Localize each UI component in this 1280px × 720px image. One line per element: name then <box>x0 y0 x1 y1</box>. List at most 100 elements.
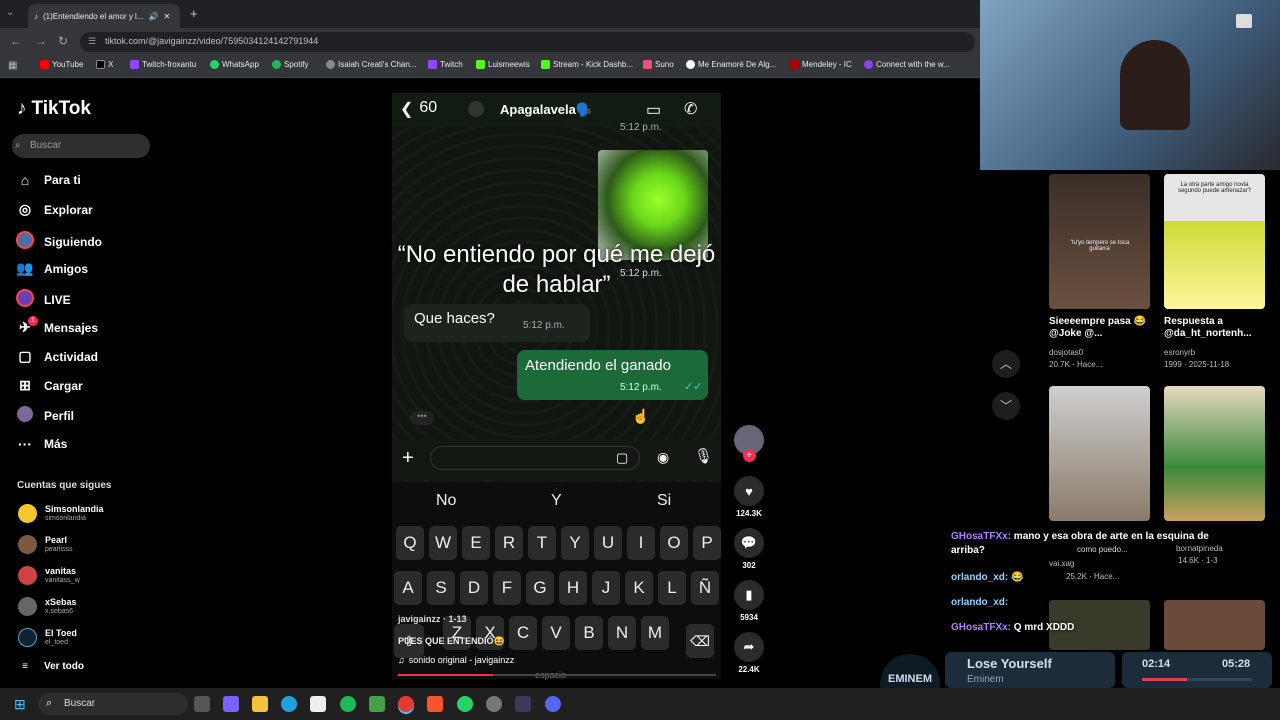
apps-icon[interactable]: ▦ <box>8 60 17 71</box>
follow-plus-icon[interactable]: + <box>742 449 756 462</box>
file-explorer-icon[interactable] <box>252 696 268 712</box>
nav-explorar[interactable]: ◎ Explorar <box>16 201 93 218</box>
search-input[interactable]: Buscar <box>12 134 150 158</box>
key-o: O <box>660 526 688 560</box>
bookmark-luismeewis[interactable]: Luismeewis <box>476 60 530 69</box>
task-view-icon[interactable] <box>194 696 210 712</box>
windows-start-icon[interactable]: ⊞ <box>14 696 26 713</box>
key-n: N <box>608 616 636 650</box>
share-icon: ➦ <box>734 632 764 662</box>
bookmark-x[interactable]: X <box>96 60 113 69</box>
forward-icon[interactable]: → <box>35 34 47 48</box>
rec-user-1[interactable]: dosjotas0 <box>1049 348 1083 357</box>
bookmark-mendeley[interactable]: Mendeley - IC <box>790 60 852 69</box>
chevron-up-icon[interactable]: ︿ <box>992 350 1020 378</box>
avatar <box>18 597 37 616</box>
video-author[interactable]: javigainzz · 1-13 <box>398 614 467 624</box>
bookmark-suno[interactable]: Suno <box>643 60 674 69</box>
key-h: H <box>559 571 587 605</box>
reload-icon[interactable]: ↻ <box>58 34 68 48</box>
bookmark-youtube[interactable]: YouTube <box>40 60 83 69</box>
x-icon <box>96 60 105 69</box>
key-w: W <box>429 526 457 560</box>
account-simsonlandia[interactable]: Simsonlandia simsonlandia <box>18 504 104 523</box>
taskbar-search[interactable]: Buscar <box>38 693 188 715</box>
video-call-icon: ▭ <box>646 102 662 119</box>
account-xsebas[interactable]: xSebas x.sebas6 <box>18 597 77 616</box>
key-k: K <box>625 571 653 605</box>
save-button[interactable]: ▮ 5934 <box>733 580 765 622</box>
bookmark-connect[interactable]: Connect with the w... <box>864 60 950 69</box>
sound-link[interactable]: ♫ sonido original - javigainzz <box>398 655 514 665</box>
mendeley-icon <box>790 60 799 69</box>
account-pearl[interactable]: Pearl pearlisss <box>18 535 73 554</box>
creator-avatar[interactable]: + <box>733 425 765 462</box>
close-tab-icon[interactable]: ✕ <box>163 12 170 21</box>
account-el-toed[interactable]: El Toed el_toed <box>18 628 77 647</box>
nav-cargar[interactable]: ⊞ Cargar <box>16 377 83 394</box>
bookmark-whatsapp[interactable]: WhatsApp <box>210 60 259 69</box>
bookmark-twitch-froxantu[interactable]: Twitch-froxantu <box>130 60 196 69</box>
copilot-icon[interactable] <box>223 696 239 712</box>
tiktok-logo[interactable]: ♪ TikTok <box>17 98 91 120</box>
nav-perfil[interactable]: Perfil <box>16 406 74 425</box>
key-c: C <box>509 616 537 650</box>
nav-actividad[interactable]: ▢ Actividad <box>16 348 98 365</box>
store-icon[interactable] <box>310 696 326 712</box>
current-time: 02:14 <box>1142 658 1171 670</box>
incoming-text: Que haces? <box>414 310 495 327</box>
bookmark-twitch[interactable]: Twitch <box>428 60 463 69</box>
tiktok-note-icon: ♪ <box>17 98 27 119</box>
nav-mas[interactable]: ··· Más <box>16 436 67 452</box>
video-description: PUES QUE ENTENDIÓ😆 <box>398 636 505 646</box>
address-bar[interactable]: tiktok.com/@javigainzz/video/75950341241… <box>80 32 975 52</box>
key-l: L <box>658 571 686 605</box>
more-icon: ··· <box>18 436 32 452</box>
new-tab-icon[interactable]: + <box>190 6 198 21</box>
song-title: Lose Yourself <box>967 656 1052 671</box>
rec-user-3[interactable]: vai.xag <box>1049 559 1074 568</box>
nav-siguiendo[interactable]: Siguiendo <box>16 231 102 252</box>
thumbnail-2[interactable] <box>1164 174 1265 309</box>
nav-amigos[interactable]: 👥 Amigos <box>16 260 88 277</box>
bookmark-spotify[interactable]: Spotify <box>272 60 308 69</box>
spotify-icon[interactable] <box>340 696 356 712</box>
upload-icon: ⊞ <box>19 377 31 393</box>
thumbnail-6[interactable] <box>1164 600 1265 650</box>
twitch-icon <box>428 60 437 69</box>
site-info-icon[interactable]: ☰ <box>88 36 96 47</box>
tab-menu-icon[interactable]: ⌄ <box>6 7 14 18</box>
app-icon[interactable] <box>515 696 531 712</box>
key-t: T <box>528 526 556 560</box>
browser-tab-active[interactable]: ♪ (1)Entendiendo el amor y l... 🔊 ✕ <box>28 4 180 28</box>
back-icon[interactable]: ← <box>10 34 22 48</box>
see-all-link[interactable]: ≡ Ver todo <box>16 661 84 672</box>
nav-live[interactable]: LIVE <box>16 289 71 310</box>
thumbnail-3[interactable] <box>1049 386 1150 521</box>
minecraft-icon[interactable] <box>369 696 385 712</box>
bookmark-me-enamore[interactable]: Me Enamoré De Alg... <box>686 60 776 69</box>
bookmark-isaiah[interactable]: Isaiah Creati's Chan... <box>326 60 416 69</box>
chevron-down-icon[interactable]: ﹀ <box>992 392 1020 420</box>
whatsapp-icon[interactable] <box>457 696 473 712</box>
speaker-icon[interactable]: 🔊 <box>149 12 159 21</box>
like-button[interactable]: ♥ 124.3K <box>733 476 765 518</box>
rec-title-1[interactable]: Sieeeempre pasa 😂 @Joke @... <box>1049 316 1157 340</box>
discord-icon[interactable] <box>545 696 561 712</box>
video-caption-overlay: “No entiendo por qué me dejó de hablar” <box>397 241 716 298</box>
key-ñ: Ñ <box>691 571 719 605</box>
settings-icon[interactable] <box>486 696 502 712</box>
nav-para-ti[interactable]: ⌂ Para ti <box>16 172 81 188</box>
comment-button[interactable]: 💬 302 <box>733 528 765 570</box>
typing-icon: ••• <box>410 411 434 425</box>
thumbnail-4[interactable] <box>1164 386 1265 521</box>
brave-icon[interactable] <box>427 696 443 712</box>
chrome-icon[interactable] <box>398 696 414 712</box>
rec-title-2[interactable]: Respuesta a @da_ht_nortenh... <box>1164 316 1272 340</box>
account-vanitas[interactable]: vanitas vanitass_w <box>18 566 80 585</box>
rec-user-2[interactable]: esronyrb <box>1164 348 1195 357</box>
bookmark-kick-dashboard[interactable]: Stream - Kick Dashb... <box>541 60 633 69</box>
edge-icon[interactable] <box>281 696 297 712</box>
streamer-figure <box>1120 40 1190 130</box>
share-button[interactable]: ➦ 22.4K <box>733 632 765 674</box>
